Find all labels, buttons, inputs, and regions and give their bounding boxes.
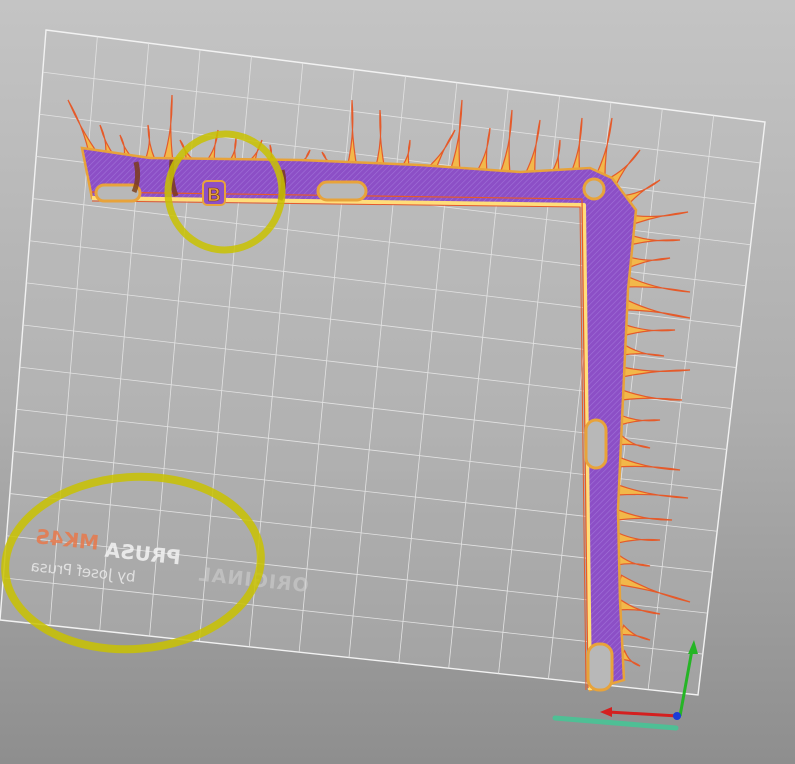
corner-hole [582, 177, 606, 201]
axis-z [673, 712, 681, 720]
3d-preview-viewport[interactable]: B PRUSA MK4S by Josef Prusa ORIGINAL [0, 0, 795, 764]
slot-right-bottom [586, 642, 614, 692]
marker-letter: B [208, 185, 221, 205]
print-bed [0, 29, 766, 696]
slot-right-mid [584, 418, 608, 470]
axis-x-arrow [600, 707, 612, 717]
slot-mid [316, 180, 368, 202]
axis-bar [552, 715, 679, 731]
axis-x [607, 710, 679, 718]
bed-plate [0, 29, 766, 696]
